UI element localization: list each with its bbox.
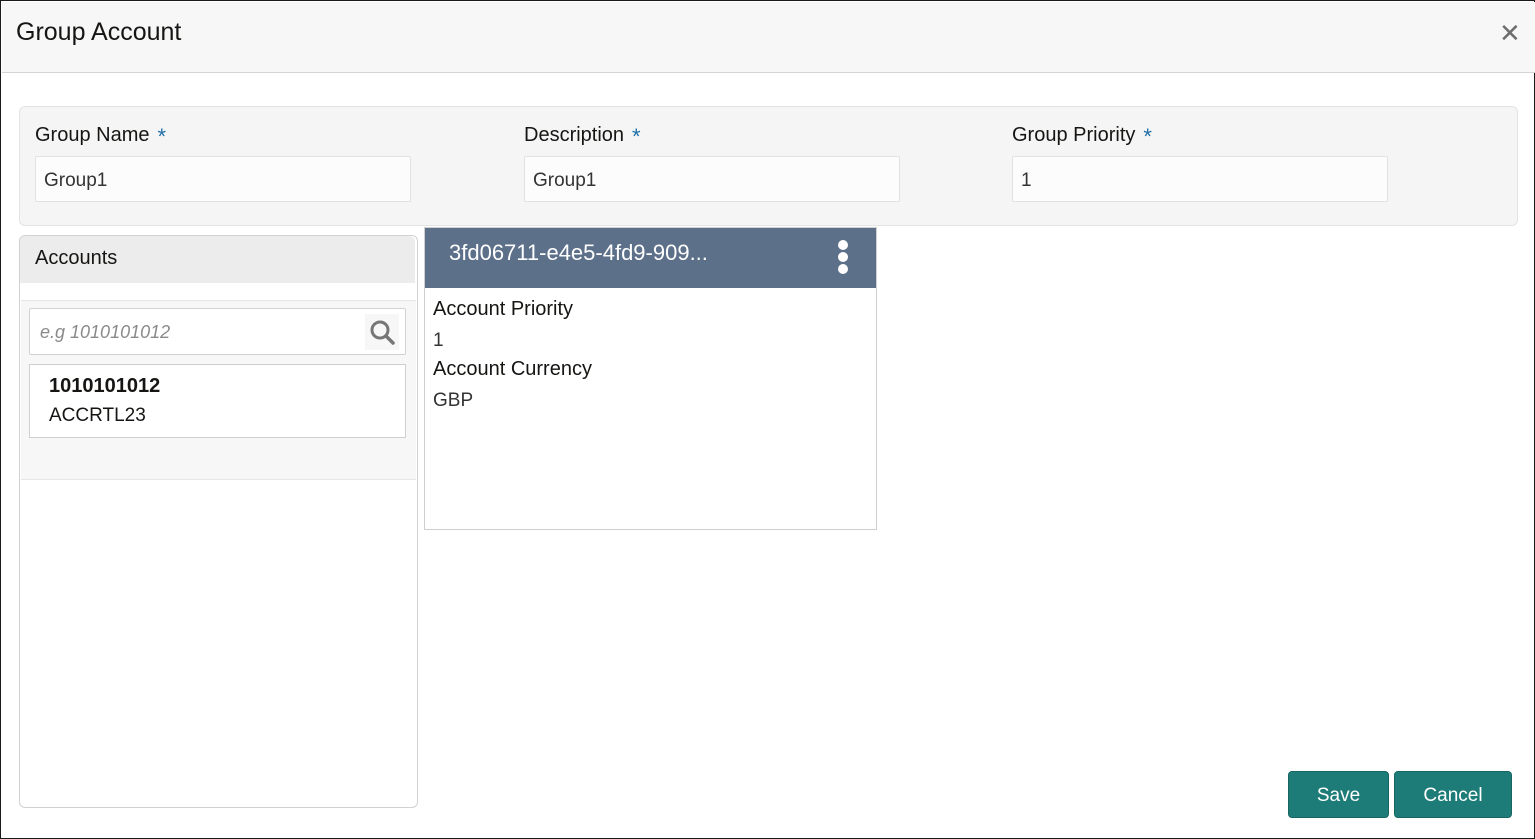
save-button[interactable]: Save [1288, 771, 1389, 818]
group-name-label: Group Name [35, 124, 150, 146]
description-label: Description [524, 124, 625, 146]
account-list-item[interactable]: 1010101012 ACCRTL23 [29, 364, 406, 438]
group-form: Group Name * Group1 Description * Group1 G… [19, 106, 1518, 226]
dialog-header: Group Account ✕ [2, 2, 1535, 73]
required-marker: * [157, 124, 167, 149]
required-marker: * [1143, 124, 1152, 149]
account-card-body: Account Priority 1 Account Currency GBP [433, 298, 592, 418]
account-currency-label: Account Currency [433, 358, 592, 380]
group-priority-label: Group Priority [1012, 124, 1136, 146]
required-marker: * [632, 124, 641, 149]
dialog: Group Account ✕ Group Name * Group1 Descr… [0, 0, 1535, 839]
group-name-input[interactable]: Group1 [35, 156, 411, 202]
search-icon[interactable] [365, 314, 399, 350]
accounts-header: Accounts [20, 236, 415, 283]
account-search [29, 308, 406, 355]
account-currency-value: GBP [433, 390, 474, 411]
account-card-header: 3fd06711-e4e5-4fd9-909... [425, 228, 876, 288]
group-priority-input[interactable]: 1 [1012, 156, 1388, 202]
dialog-title: Group Account [16, 18, 182, 46]
account-search-input[interactable] [38, 321, 362, 344]
accounts-title: Accounts [35, 247, 118, 269]
account-priority-value: 1 [433, 330, 444, 351]
account-name: ACCRTL23 [49, 405, 146, 426]
cancel-button[interactable]: Cancel [1394, 771, 1512, 818]
account-priority-label: Account Priority [433, 298, 574, 320]
account-number: 1010101012 [49, 375, 161, 397]
group-priority-field: Group Priority * 1 [1012, 124, 1388, 202]
kebab-menu-icon[interactable] [835, 240, 851, 274]
accounts-list: 1010101012 ACCRTL23 [21, 300, 416, 480]
description-field: Description * Group1 [524, 124, 900, 202]
account-card-title: 3fd06711-e4e5-4fd9-909... [449, 240, 708, 265]
accounts-panel: Accounts 1010101012 ACCRTL23 [19, 235, 418, 808]
close-icon[interactable]: ✕ [1499, 20, 1521, 46]
account-card: 3fd06711-e4e5-4fd9-909... Account Priori… [424, 227, 877, 530]
group-name-field: Group Name * Group1 [35, 124, 411, 202]
description-input[interactable]: Group1 [524, 156, 900, 202]
